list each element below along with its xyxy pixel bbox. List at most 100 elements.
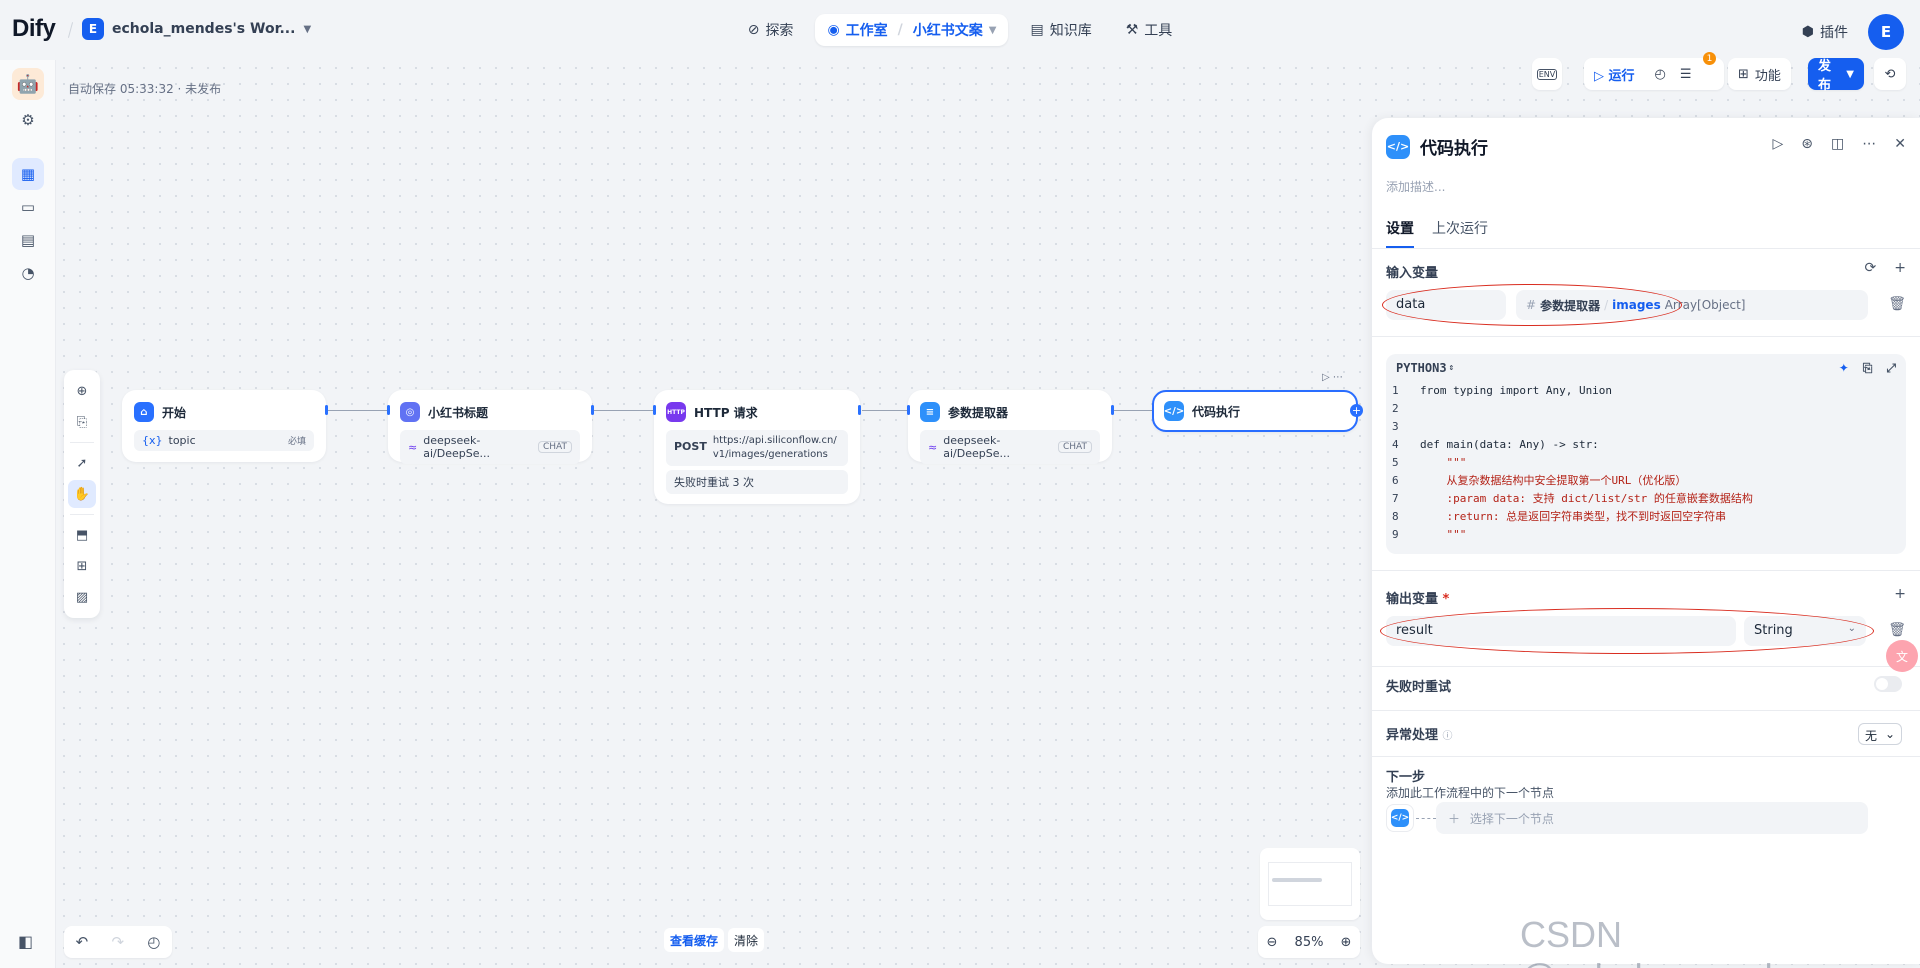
ai-generate-icon[interactable]: ✦ — [1839, 361, 1849, 376]
run-step-icon[interactable]: ▷ — [1773, 136, 1784, 152]
view-cache-button[interactable]: 查看缓存 — [664, 928, 725, 952]
code-line[interactable]: 5 """ — [1392, 454, 1906, 472]
undo-icon[interactable]: ↶ — [76, 933, 89, 951]
sync-icon[interactable]: ⟳ — [1865, 260, 1877, 276]
avatar[interactable]: E — [1868, 14, 1904, 50]
code-lines[interactable]: 1 from typing import Any, Union 2 3 4 def mai… — [1386, 382, 1906, 544]
code-line[interactable]: 6 从复杂数据结构中安全提取第一个URL（优化版） — [1392, 472, 1906, 490]
retry-label: 失败时重试 3 次 — [674, 476, 754, 489]
node-handle[interactable] — [907, 405, 910, 415]
expand-icon[interactable]: ⤢ — [1886, 361, 1896, 376]
zoom-in-icon[interactable]: ⊕ — [1341, 935, 1352, 950]
node-handle[interactable] — [1111, 405, 1114, 415]
code-line[interactable]: 3 — [1392, 418, 1906, 436]
redo-icon[interactable]: ↷ — [111, 933, 124, 951]
more-icon[interactable]: ⋯ — [1862, 136, 1876, 152]
zoom-out-icon[interactable]: ⊖ — [1267, 935, 1278, 950]
canvas-toolbar: ⊕ ⎘ ➚ ✋ ⬒ ⊞ ▨ — [64, 370, 100, 618]
export-image-icon[interactable]: ⬒ — [68, 521, 96, 549]
plugins-button[interactable]: ⬢ 插件 — [1802, 22, 1848, 42]
input-var-name[interactable]: data — [1386, 290, 1506, 320]
logs-icon[interactable]: ▤ — [12, 224, 44, 256]
add-icon[interactable]: + — [1894, 260, 1906, 276]
code-text: :return: 总是返回字符串类型，找不到时返回空字符串 — [1420, 510, 1727, 523]
current-app-name[interactable]: 小红书文案 — [913, 20, 983, 40]
node-handle[interactable] — [325, 405, 328, 415]
code-editor[interactable]: PYTHON3 ⇕ ✦ ⎘ ⤢ 1 from typing import Any,… — [1386, 354, 1906, 554]
code-line[interactable]: 8 :return: 总是返回字符串类型，找不到时返回空字符串 — [1392, 508, 1906, 526]
nav-studio[interactable]: ◉ 工作室 / 小红书文案 ▼ — [815, 14, 1009, 46]
code-language-select[interactable]: PYTHON3 — [1396, 361, 1447, 375]
nav-explore[interactable]: ⊘ 探索 — [736, 14, 806, 46]
error-handling-select[interactable]: 无 ⌄ — [1858, 723, 1902, 745]
run-button[interactable]: ▷ 运行 — [1594, 65, 1635, 84]
add-note-icon[interactable]: ⎘ — [68, 408, 96, 436]
node-start[interactable]: ⌂ 开始 {x} topic 必填 — [122, 390, 326, 462]
node-handle[interactable] — [858, 405, 861, 415]
description-input[interactable]: 添加描述... — [1386, 178, 1445, 195]
nav-knowledge-label: 知识库 — [1049, 23, 1092, 39]
features-button[interactable]: ⊞ 功能 — [1728, 58, 1791, 90]
panel-title[interactable]: 代码执行 — [1420, 134, 1488, 159]
code-line[interactable]: 9 """ — [1392, 526, 1906, 544]
trash-icon[interactable]: 🗑 — [1888, 296, 1906, 312]
start-variable: {x} topic 必填 — [134, 430, 314, 451]
code-line[interactable]: 7 :param data: 支持 dict/list/str 的任意嵌套数据结… — [1392, 490, 1906, 508]
node-code[interactable]: </> 代码执行 — [1152, 390, 1358, 432]
add-next-node-button[interactable]: + — [1350, 404, 1363, 417]
trash-icon[interactable]: 🗑 — [1888, 622, 1906, 638]
organize-blocks-icon[interactable]: ⊞ — [68, 552, 96, 580]
tab-settings[interactable]: 设置 — [1386, 218, 1414, 248]
node-quick-actions[interactable]: ▷ ⋯ — [1322, 372, 1343, 383]
workspace-switcher[interactable]: E echola_mendes's Wor... ▼ — [82, 18, 311, 40]
code-line[interactable]: 2 — [1392, 400, 1906, 418]
input-var-reference[interactable]: # 参数提取器 / images Array[Object] — [1516, 290, 1868, 320]
node-handle[interactable] — [653, 405, 656, 415]
retry-toggle[interactable] — [1874, 676, 1902, 692]
node-param-extractor[interactable]: ≡ 参数提取器 ≈ deepseek-ai/DeepSe... CHAT — [908, 390, 1112, 464]
node-http[interactable]: HTTP HTTP 请求 POST https://api.siliconflo… — [654, 390, 860, 504]
env-button[interactable]: ENV — [1532, 58, 1562, 90]
model-name: deepseek-ai/DeepSe... — [943, 434, 1010, 460]
checklist-icon[interactable]: ☰ — [1680, 67, 1692, 82]
nav-knowledge[interactable]: ▤ 知识库 — [1018, 14, 1103, 46]
help-icon[interactable]: ⊛ — [1801, 136, 1813, 152]
app-robot-icon[interactable]: 🤖 — [12, 68, 44, 100]
add-node-icon[interactable]: ⊕ — [68, 377, 96, 405]
select-next-node-button[interactable]: ＋ 选择下一个节点 — [1436, 802, 1868, 834]
code-line[interactable]: 4 def main(data: Any) -> str: — [1392, 436, 1906, 454]
workflow-icon[interactable]: ▦ — [12, 158, 44, 190]
node-handle[interactable] — [591, 405, 594, 415]
publish-button[interactable]: 发布 ▼ — [1808, 58, 1864, 93]
history-icon[interactable]: ◴ — [147, 933, 160, 951]
code-line[interactable]: 1 from typing import Any, Union — [1392, 382, 1906, 400]
output-var-type-select[interactable]: String ⌄ — [1744, 616, 1866, 646]
translate-widget-icon[interactable]: 文 — [1886, 640, 1918, 672]
copy-icon[interactable]: ⎘ — [1863, 361, 1873, 376]
minimap[interactable] — [1260, 848, 1360, 920]
history-icon[interactable]: ◴ — [1655, 67, 1666, 82]
hand-icon[interactable]: ✋ — [68, 480, 96, 508]
clear-button[interactable]: 清除 — [728, 928, 765, 952]
zoom-level[interactable]: 85% — [1295, 935, 1324, 950]
version-history-button[interactable]: ⟲ — [1874, 58, 1906, 90]
sidebar-collapse-icon[interactable]: ◧ — [18, 932, 33, 951]
minimap-toggle-icon[interactable]: ▨ — [68, 583, 96, 611]
nav-tools[interactable]: ⚒ 工具 — [1114, 14, 1185, 46]
terminal-icon[interactable]: ▭ — [12, 191, 44, 223]
add-icon[interactable]: + — [1894, 586, 1906, 602]
settings-sliders-icon[interactable]: ⚙ — [12, 104, 44, 136]
logo-text: Dify — [12, 15, 56, 42]
tab-last-run[interactable]: 上次运行 — [1432, 218, 1488, 248]
monitor-icon[interactable]: ◔ — [12, 257, 44, 289]
node-handle[interactable] — [387, 405, 390, 415]
close-icon[interactable]: ✕ — [1894, 136, 1906, 152]
divider — [1372, 248, 1920, 249]
info-icon[interactable]: ⓘ — [1443, 731, 1453, 742]
output-actions: + — [1894, 586, 1906, 602]
output-var-name[interactable]: result — [1386, 616, 1736, 646]
dify-logo[interactable]: Dify — [12, 15, 56, 43]
node-llm[interactable]: ◎ 小红书标题 ≈ deepseek-ai/DeepSe... CHAT — [388, 390, 592, 464]
pointer-icon[interactable]: ➚ — [68, 449, 96, 477]
split-view-icon[interactable]: ◫ — [1831, 136, 1844, 152]
